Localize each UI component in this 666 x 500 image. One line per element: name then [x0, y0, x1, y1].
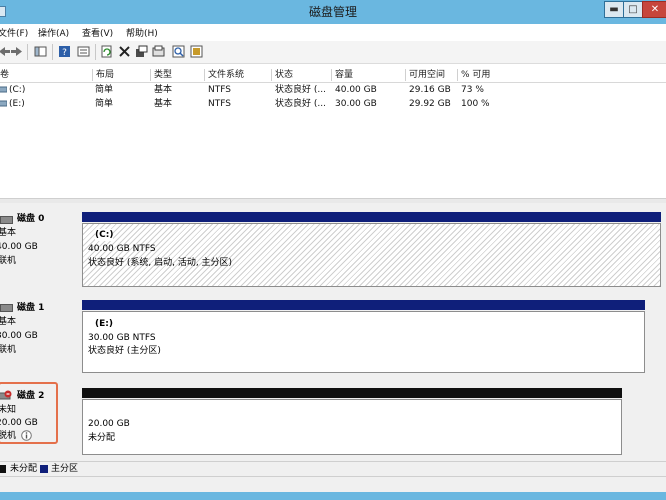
column-header-status[interactable]: 状态	[271, 69, 331, 81]
partition-c[interactable]	[82, 223, 661, 287]
disk-name: 磁盘 1	[17, 303, 45, 313]
toolbar-separator	[95, 44, 96, 60]
disk-size: 30.00 GB	[0, 331, 38, 341]
volume-status: 状态良好 (...	[275, 85, 326, 95]
minimize-button[interactable]: ▬	[604, 1, 624, 18]
partition-status: 状态良好 (主分区)	[88, 346, 161, 356]
partition-size-fs: 30.00 GB NTFS	[88, 333, 156, 343]
partition-header-bar	[82, 212, 661, 222]
volume-filesystem: NTFS	[208, 85, 231, 95]
disk-icon	[0, 304, 13, 312]
menu-file[interactable]: 文件(F)	[0, 26, 28, 39]
partition-size-fs: 40.00 GB NTFS	[88, 244, 156, 254]
volume-layout: 简单	[95, 99, 114, 109]
window-bottom-edge	[0, 492, 666, 500]
column-header-capacity[interactable]: 容量	[331, 69, 405, 81]
volume-percent-free: 100 %	[461, 99, 490, 109]
column-header-volume[interactable]: 卷	[0, 69, 93, 81]
toolbar-separator	[52, 44, 53, 60]
volume-capacity: 30.00 GB	[335, 99, 377, 109]
column-header-percent-free[interactable]: % 可用	[457, 69, 497, 81]
legend-swatch-primary	[40, 465, 48, 473]
column-header-filesystem[interactable]: 文件系统	[204, 69, 271, 81]
column-header-free-space[interactable]: 可用空间	[405, 69, 457, 81]
volume-status: 状态良好 (...	[275, 99, 326, 109]
partition-status: 未分配	[88, 433, 116, 443]
close-button[interactable]: ✕	[642, 1, 666, 18]
disk-name: 磁盘 0	[17, 214, 45, 224]
disk-icon	[0, 216, 13, 224]
refresh-icon[interactable]	[100, 45, 113, 58]
volume-type: 基本	[154, 85, 173, 95]
legend-primary: 主分区	[51, 464, 79, 474]
unallocated-space[interactable]	[82, 399, 622, 455]
volume-layout: 简单	[95, 85, 114, 95]
search-icon[interactable]	[172, 45, 185, 58]
disk-kind: 基本	[0, 317, 17, 327]
volume-name: (C:)	[9, 85, 26, 95]
volume-capacity: 40.00 GB	[335, 85, 377, 95]
disk-state: 联机	[0, 256, 17, 266]
column-header-layout[interactable]: 布局	[92, 69, 150, 81]
menu-view[interactable]: 查看(V)	[82, 26, 113, 39]
maximize-button[interactable]: □	[623, 1, 643, 18]
legend-swatch-unallocated	[0, 465, 6, 473]
partition-header-bar	[82, 300, 645, 310]
partition-size-fs: 20.00 GB	[88, 419, 130, 429]
status-bar	[0, 476, 666, 493]
partition-title: (E:)	[95, 319, 113, 329]
legend-unallocated: 未分配	[10, 464, 38, 474]
delete-icon[interactable]	[118, 45, 131, 58]
forward-arrow-icon[interactable]	[10, 45, 23, 58]
help-icon[interactable]: ?	[58, 45, 71, 58]
volume-filesystem: NTFS	[208, 99, 231, 109]
export-icon[interactable]	[152, 45, 165, 58]
legend-bar	[0, 461, 666, 477]
menu-help[interactable]: 帮助(H)	[126, 26, 158, 39]
menu-action[interactable]: 操作(A)	[38, 26, 69, 39]
volume-percent-free: 73 %	[461, 85, 484, 95]
volume-name: (E:)	[9, 99, 25, 109]
console-tree-icon[interactable]	[34, 45, 47, 58]
svg-text:?: ?	[62, 48, 67, 58]
disk-kind: 基本	[0, 228, 17, 238]
disk-state: 联机	[0, 345, 17, 355]
disk-size: 40.00 GB	[0, 242, 38, 252]
properties-icon[interactable]	[77, 45, 90, 58]
unallocated-header-bar	[82, 388, 622, 398]
drive-icon	[0, 86, 7, 93]
drive-icon	[0, 100, 7, 107]
toolbar-separator	[27, 44, 28, 60]
volume-type: 基本	[154, 99, 173, 109]
volume-free-space: 29.92 GB	[409, 99, 451, 109]
window-title: 磁盘管理	[308, 5, 357, 19]
connect-icon[interactable]	[135, 45, 148, 58]
settings-icon[interactable]	[190, 45, 203, 58]
partition-e[interactable]	[82, 311, 645, 373]
volume-free-space: 29.16 GB	[409, 85, 451, 95]
column-header-type[interactable]: 类型	[150, 69, 204, 81]
partition-status: 状态良好 (系统, 启动, 活动, 主分区)	[88, 258, 233, 268]
disk-2-highlight	[0, 382, 58, 444]
partition-title: (C:)	[95, 229, 114, 241]
